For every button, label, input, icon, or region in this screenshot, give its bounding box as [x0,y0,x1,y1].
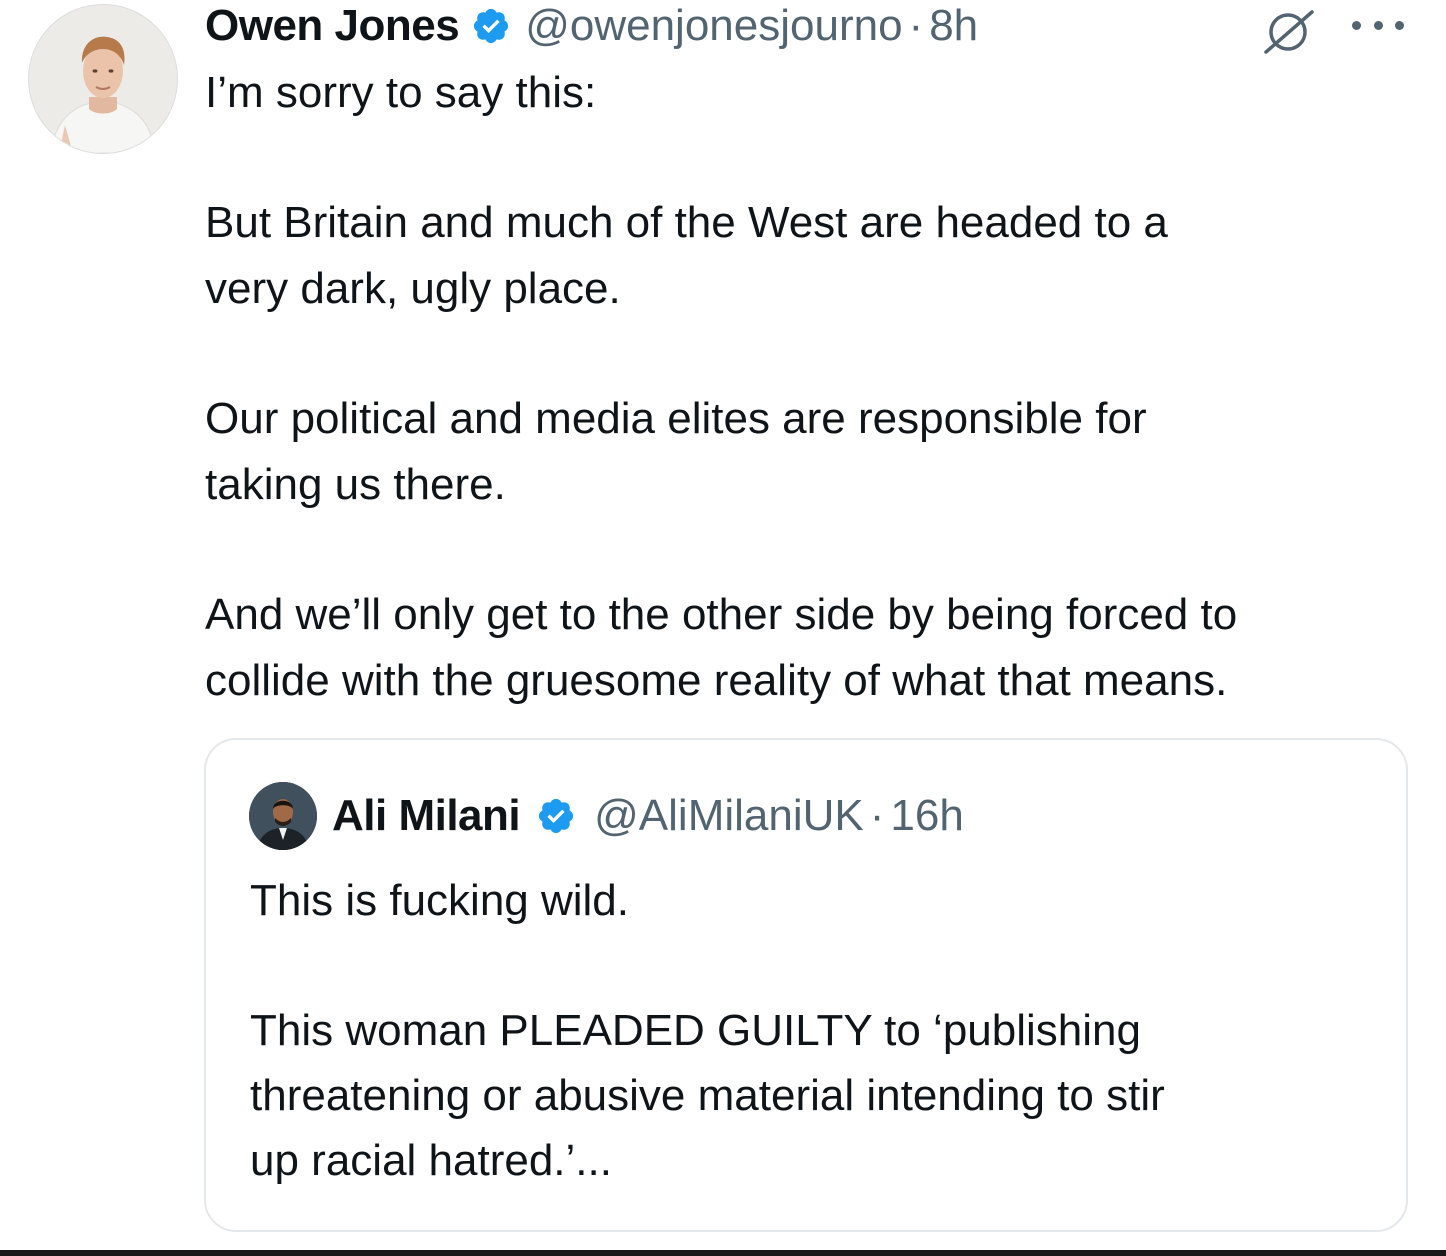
quoted-tweet-header: Ali Milani @AliMilaniUK · 16h [332,786,964,846]
tweet-text-line: collide with the gruesome reality of wha… [205,656,1228,705]
quoted-text-line: threatening or abusive material intendin… [250,1071,1165,1120]
separator-dot: · [908,1,924,50]
tweet-text-line: And we’ll only get to the other side by … [205,590,1238,639]
tweet[interactable]: Owen Jones @owenjonesjourno · 8h I’m sor… [0,0,1446,1250]
more-dot [1373,20,1383,30]
tweet-text-line: I’m sorry to say this: [205,68,597,117]
verified-badge-icon[interactable] [471,6,511,46]
tweet-text-line: taking us there. [205,460,506,509]
separator-dot: · [869,791,885,840]
tweet-header: Owen Jones @owenjonesjourno · 8h [205,0,978,52]
grok-icon[interactable] [1262,8,1318,54]
tweet-text-line: But Britain and much of the West are hea… [205,198,1168,247]
tweet-timestamp[interactable]: 8h [929,1,978,51]
bottom-border [0,1250,1446,1256]
more-dot [1352,20,1361,30]
author-name[interactable]: Owen Jones [205,1,460,51]
tweet-text-line: Our political and media elites are respo… [205,394,1147,443]
author-avatar[interactable] [28,4,178,154]
author-handle[interactable]: @owenjonesjourno [525,1,902,51]
more-dot [1395,20,1404,30]
quoted-author-avatar[interactable] [249,782,317,850]
verified-badge-icon[interactable] [536,796,576,836]
quoted-author-handle[interactable]: @AliMilaniUK [594,791,864,841]
quoted-tweet[interactable]: Ali Milani @AliMilaniUK · 16h This is fu… [204,738,1408,1232]
more-icon[interactable] [1352,10,1404,40]
quoted-text-line: This woman PLEADED GUILTY to ‘publishing [250,1006,1141,1055]
quoted-tweet-timestamp[interactable]: 16h [890,791,963,841]
tweet-text-line: very dark, ugly place. [205,264,621,313]
quoted-text-line: up racial hatred.’... [250,1136,612,1185]
quoted-author-name[interactable]: Ali Milani [332,791,521,841]
quoted-text-line: This is fucking wild. [250,876,630,925]
